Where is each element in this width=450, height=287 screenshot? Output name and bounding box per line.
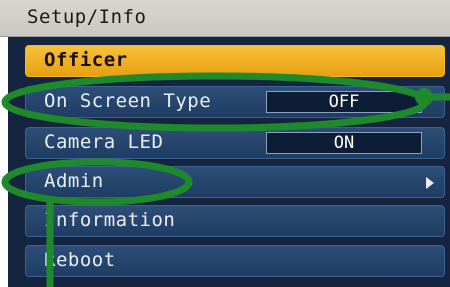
- on-screen-type-value: OFF: [328, 92, 360, 112]
- chevron-right-icon: [426, 177, 434, 189]
- menu-item-camera-led[interactable]: Camera LED ON: [25, 127, 445, 159]
- on-screen-type-value-box[interactable]: OFF: [266, 91, 422, 113]
- menu-item-label: On Screen Type: [44, 90, 212, 112]
- menu-title: Setup/Info: [27, 6, 147, 28]
- menu-item-label: Information: [44, 209, 176, 231]
- menu-item-information[interactable]: Information: [25, 205, 445, 237]
- menu-item-label: Reboot: [44, 249, 116, 271]
- menu-header: Setup/Info: [0, 0, 450, 37]
- menu-item-admin[interactable]: Admin: [25, 166, 445, 198]
- menu-item-officer[interactable]: Officer: [25, 45, 445, 77]
- menu-item-label: Admin: [44, 170, 104, 192]
- menu-item-label: Camera LED: [44, 131, 164, 153]
- menu-item-reboot[interactable]: Reboot: [25, 245, 445, 277]
- menu-item-on-screen-type[interactable]: On Screen Type OFF: [25, 86, 445, 118]
- camera-led-value-box[interactable]: ON: [266, 132, 422, 154]
- camera-setup-screen: Setup/Info Officer On Screen Type OFF Ca…: [0, 0, 450, 287]
- menu-item-label: Officer: [44, 49, 128, 71]
- camera-led-value: ON: [333, 133, 355, 153]
